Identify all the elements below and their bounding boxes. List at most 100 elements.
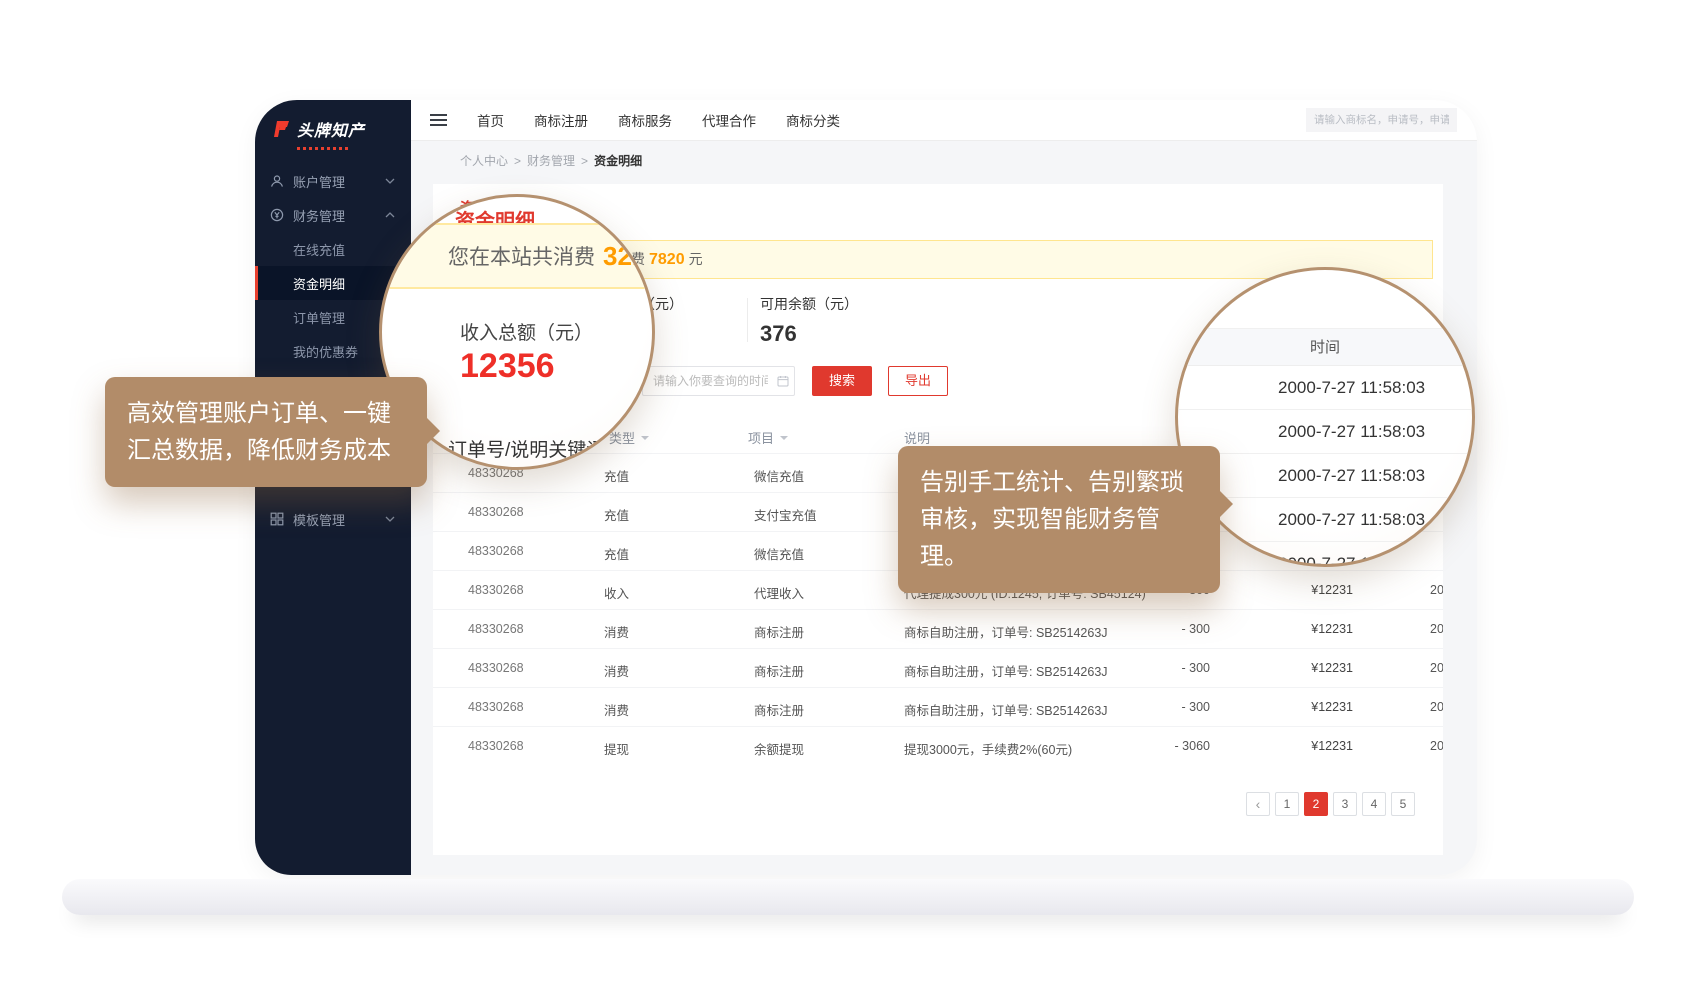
top-navbar: 首页 商标注册 商标服务 代理合作 商标分类 [411,100,1477,141]
magnified-income-value: 12356 [460,347,555,386]
cell: 微信充值 [754,466,804,485]
cell: 余额提现 [754,739,804,758]
pagination-page-5[interactable]: 5 [1391,792,1415,816]
cell: 2000-7-27 11:58:03 [1430,622,1443,636]
table-row[interactable]: 48330268提现余额提现提现3000元，手续费2%(60元)- 3060¥1… [433,726,1443,765]
cell: 充值 [604,466,629,485]
cell: 提现3000元，手续费2%(60元) [904,739,1072,758]
table-row[interactable]: 48330268 消费 商标注册 商标自助注册，订单号: SB2514263J- 30… [433,648,1443,687]
pagination-page-4[interactable]: 4 [1362,792,1386,816]
pagination-page-1[interactable]: 1 [1275,792,1299,816]
sidebar-item-account[interactable]: 账户管理 [255,164,411,198]
sidebar-item-label: 模板管理 [293,510,385,529]
cell: 48330268 [468,622,524,636]
magnified-banner-amount: 32124 [603,241,655,272]
cell: 消费 [604,622,629,641]
sidebar-item-label: 财务管理 [293,206,385,225]
sort-caret-icon [780,436,788,444]
magnified-income-label: 收入总额（元） [460,318,593,345]
finance-icon [270,208,284,222]
stat-divider [747,298,748,342]
logo-subtext [297,147,349,150]
cell: 收入 [604,583,629,602]
stat-balance: 可用余额（元） 376 [760,294,858,347]
cell: 2000-7-27 11:58:03 [1430,739,1443,753]
chevron-down-icon [385,178,395,184]
sidebar-item-template[interactable]: 模板管理 [255,502,411,536]
magnified-banner: 您在本站共消费 32124 [379,223,655,289]
menu-icon[interactable] [430,114,447,126]
breadcrumb-item[interactable]: 个人中心 [460,152,508,169]
nav-tab[interactable]: 首页 [477,110,504,130]
cell: - 300 [1093,700,1210,714]
logo-text: 头牌知产 [297,117,365,141]
cell: 支付宝充值 [754,505,817,524]
pagination-page-2[interactable]: 2 [1304,792,1328,816]
magnified-time-partial: 2000-7-27 11:58:03 [1178,542,1472,567]
cell: 48330268 [468,739,524,753]
banner-amount: 7820 [649,251,685,268]
column-header-project[interactable]: 项目 [748,428,788,447]
breadcrumb: 个人中心> 财务管理> 资金明细 [411,141,1477,180]
breadcrumb-item[interactable]: 财务管理 [527,152,575,169]
date-input[interactable] [642,366,795,396]
cell: 48330268 [468,505,524,519]
template-icon [270,512,284,526]
pagination-page-3[interactable]: 3 [1333,792,1357,816]
cell: 充值 [604,505,629,524]
magnifier-time-rows: 2000-7-27 11:58:032000-7-27 11:58:032000… [1178,366,1472,567]
table-row[interactable]: 48330268消费商标注册商标自助注册，订单号: SB2514263J- 30… [433,609,1443,648]
column-header-desc: 说明 [904,428,930,447]
cell: ¥12231 [1243,583,1353,597]
banner-unit: 元 [689,251,703,267]
cell: ¥12231 [1243,622,1353,636]
cell: 商标自助注册，订单号: SB2514263J [904,622,1108,641]
cell: 商标自助注册，订单号: SB2514263J [904,700,1108,719]
cell: 代理收入 [754,583,804,602]
cell: 48330268 [468,661,524,675]
cell: ¥12231 [1243,700,1353,714]
cell: 2000-7-27 11:58:03 [1430,700,1443,714]
column-header-type[interactable]: 类型 [609,428,649,447]
sidebar: 头牌知产 账户管理 财务管理 在 [255,100,411,875]
magnified-time-header: 时间 [1178,328,1472,366]
nav-tab[interactable]: 代理合作 [702,110,756,130]
brand-logo-icon [270,118,292,140]
pagination-pages: 12345 [1275,792,1415,816]
nav-tab[interactable]: 商标分类 [786,110,840,130]
export-button[interactable]: 导出 [888,366,948,396]
cell: 提现 [604,739,629,758]
magnified-time: 2000-7-27 11:58:03 [1178,366,1472,410]
topnav-tabs: 首页 商标注册 商标服务 代理合作 商标分类 [477,110,840,130]
cell: 消费 [604,661,629,680]
pagination: ‹ 12345 [1246,792,1415,816]
sidebar-item-label: 账户管理 [293,172,385,191]
nav-tab[interactable]: 商标注册 [534,110,588,130]
left-tooltip: 高效管理账户订单、一键汇总数据，降低财务成本 [105,377,427,487]
stat-label: 可用余额（元） [760,294,858,314]
right-magnifier-circle: 时间 2000-7-27 11:58:032000-7-27 11:58:032… [1175,267,1475,567]
pagination-prev-button[interactable]: ‹ [1246,792,1270,816]
calendar-icon [777,375,789,387]
cell: 充值 [604,544,629,563]
cell: 商标自助注册，订单号: SB2514263J [904,661,1108,680]
cell: 商标注册 [754,661,804,680]
cell: 微信充值 [754,544,804,563]
cell: 2000-7-27 11:58:03 [1430,661,1443,675]
cell: ¥12231 [1243,739,1353,753]
cell: - 300 [1093,661,1210,675]
breadcrumb-current: 资金明细 [594,152,642,169]
cell: 商标注册 [754,622,804,641]
cell: 48330268 [468,583,524,597]
chevron-down-icon [385,516,395,522]
user-icon [270,174,284,188]
cell: ¥12231 [1243,661,1353,675]
laptop-base [62,879,1634,915]
chevron-up-icon [385,212,395,218]
trademark-search-input[interactable] [1306,108,1457,132]
cell: 商标注册 [754,700,804,719]
table-row[interactable]: 48330268消费商标注册商标自助注册，订单号: SB2514263J- 30… [433,687,1443,726]
nav-tab[interactable]: 商标服务 [618,110,672,130]
search-button[interactable]: 搜索 [812,366,872,396]
sort-caret-icon [641,436,649,444]
